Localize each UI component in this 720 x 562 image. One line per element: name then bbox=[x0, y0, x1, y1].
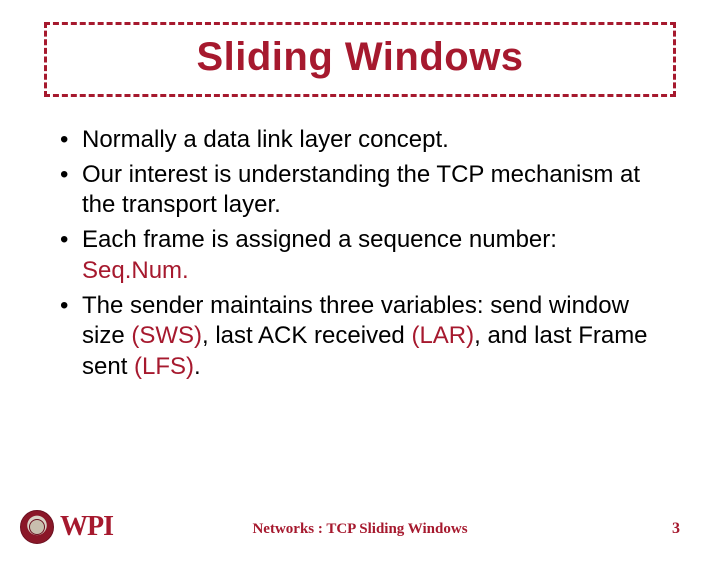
bullet-list: Normally a data link layer concept. Our … bbox=[54, 125, 666, 383]
list-item: Normally a data link layer concept. bbox=[54, 125, 666, 156]
bullet-text: Normally a data link layer concept. bbox=[82, 126, 449, 153]
title-box: Sliding Windows bbox=[44, 22, 676, 97]
list-item: Each frame is assigned a sequence number… bbox=[54, 225, 666, 286]
wpi-wordmark: WPI bbox=[60, 511, 113, 543]
page-number: 3 bbox=[672, 520, 680, 538]
emphasis-term: (LAR) bbox=[411, 322, 474, 349]
bullet-text: Our interest is understanding the TCP me… bbox=[82, 161, 640, 219]
emphasis-term: (LFS) bbox=[134, 353, 194, 380]
wpi-seal-icon bbox=[20, 510, 54, 544]
slide-footer: WPI Networks : TCP Sliding Windows 3 bbox=[0, 504, 720, 544]
bullet-part: . bbox=[194, 353, 201, 380]
slide-title: Sliding Windows bbox=[47, 35, 673, 80]
slide-content: Normally a data link layer concept. Our … bbox=[54, 125, 666, 383]
footer-title: Networks : TCP Sliding Windows bbox=[252, 521, 467, 538]
emphasis-term: Seq.Num. bbox=[82, 257, 189, 284]
list-item: Our interest is understanding the TCP me… bbox=[54, 160, 666, 221]
bullet-part: , last ACK received bbox=[202, 322, 411, 349]
emphasis-term: (SWS) bbox=[131, 322, 202, 349]
wpi-logo: WPI bbox=[20, 510, 113, 544]
bullet-text: Each frame is assigned a sequence number… bbox=[82, 226, 557, 253]
list-item: The sender maintains three variables: se… bbox=[54, 291, 666, 383]
